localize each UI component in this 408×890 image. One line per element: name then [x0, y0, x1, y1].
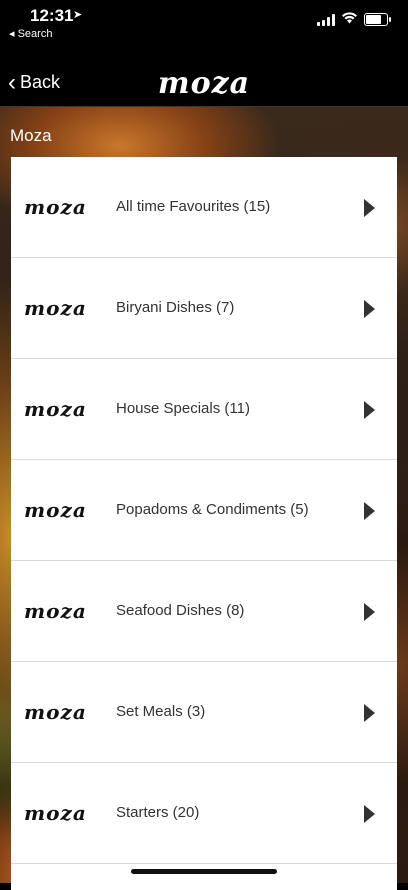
back-to-search-link[interactable]: ◂ Search: [9, 27, 52, 40]
home-indicator[interactable]: [131, 869, 277, 874]
category-list: moza All time Favourites (15) moza Birya…: [11, 157, 397, 890]
moza-logo-thumb: moza: [24, 599, 87, 623]
chevron-right-icon: [364, 502, 375, 520]
chevron-right-icon: [364, 805, 375, 823]
category-row-seafood-dishes[interactable]: moza Seafood Dishes (8): [11, 561, 397, 662]
moza-logo-thumb: moza: [24, 296, 87, 320]
category-label: Seafood Dishes (8): [116, 602, 245, 619]
location-arrow-icon: ➤: [73, 9, 83, 21]
section-title: Moza: [10, 126, 52, 145]
moza-logo-thumb: moza: [24, 498, 87, 522]
chevron-right-icon: [364, 401, 375, 419]
category-label: Popadoms & Condiments (5): [116, 501, 309, 518]
category-label: House Specials (11): [116, 400, 250, 417]
status-icons: [317, 12, 391, 27]
category-label: Starters (20): [116, 804, 200, 821]
moza-logo-thumb: moza: [24, 700, 87, 724]
category-row-partial[interactable]: [11, 864, 397, 890]
category-row-house-specials[interactable]: moza House Specials (11): [11, 359, 397, 460]
category-label: Biryani Dishes (7): [116, 299, 235, 316]
category-label: All time Favourites (15): [116, 198, 271, 215]
category-row-biryani-dishes[interactable]: moza Biryani Dishes (7): [11, 258, 397, 359]
chevron-right-icon: [364, 704, 375, 722]
category-row-set-meals[interactable]: moza Set Meals (3): [11, 662, 397, 763]
wifi-icon: [341, 12, 358, 27]
nav-bar: ‹ Back moza: [0, 52, 408, 107]
status-bar: 12:31 ➤ ◂ Search: [0, 0, 408, 44]
battery-icon: [364, 13, 391, 26]
chevron-right-icon: [364, 199, 375, 217]
signal-icon: [317, 13, 335, 26]
category-label: Set Meals (3): [116, 703, 206, 720]
category-row-all-time-favourites[interactable]: moza All time Favourites (15): [11, 157, 397, 258]
moza-logo: moza: [157, 66, 251, 101]
chevron-right-icon: [364, 603, 375, 621]
category-row-popadoms-condiments[interactable]: moza Popadoms & Condiments (5): [11, 460, 397, 561]
moza-logo-thumb: moza: [24, 195, 87, 219]
moza-logo-thumb: moza: [24, 397, 87, 421]
category-row-starters[interactable]: moza Starters (20): [11, 763, 397, 864]
status-time: 12:31: [30, 6, 74, 25]
chevron-right-icon: [364, 300, 375, 318]
moza-logo-thumb: moza: [24, 801, 87, 825]
